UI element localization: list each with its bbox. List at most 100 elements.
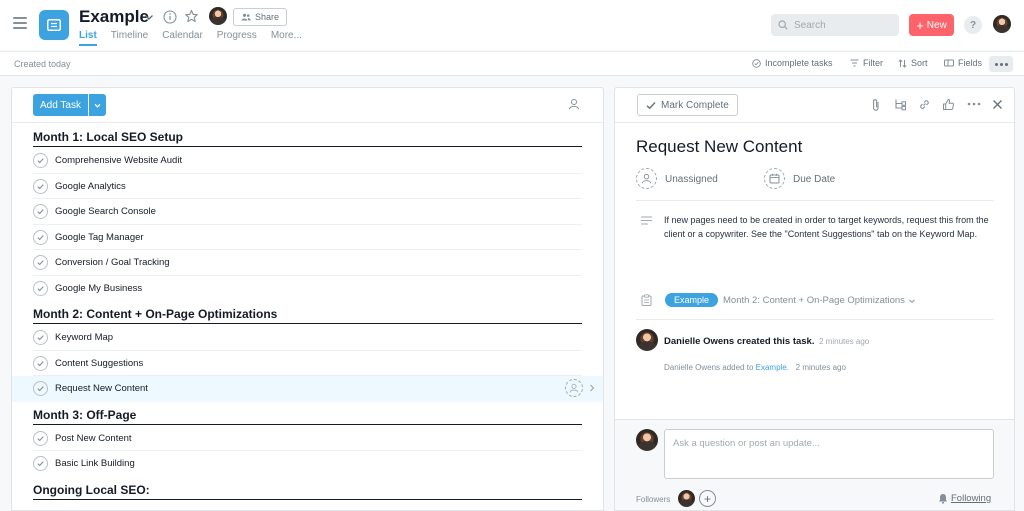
complete-checkbox[interactable] <box>33 280 48 296</box>
help-button[interactable]: ? <box>964 16 982 34</box>
task-row[interactable]: Comprehensive Website Audit <box>33 148 582 174</box>
add-follower-button[interactable]: + <box>699 490 716 507</box>
chevron-down-icon[interactable] <box>143 11 155 23</box>
following-toggle[interactable]: Following <box>938 493 991 504</box>
assignee-label[interactable]: Unassigned <box>665 174 718 185</box>
task-row[interactable]: Google Search Console <box>33 199 582 225</box>
due-date-button[interactable] <box>764 168 785 189</box>
checkmark-icon <box>37 260 44 266</box>
close-icon[interactable] <box>992 99 1003 110</box>
task-row[interactable]: Google Tag Manager <box>33 225 582 250</box>
new-label: New <box>926 19 947 31</box>
project-link[interactable]: Example. <box>756 363 789 372</box>
like-icon[interactable] <box>942 98 955 111</box>
task-row[interactable]: Google Analytics <box>33 174 582 199</box>
incomplete-tasks-label: Incomplete tasks <box>765 58 833 68</box>
person-icon[interactable] <box>568 98 580 110</box>
complete-checkbox[interactable] <box>33 456 48 471</box>
comment-section: Ask a question or post an update... Foll… <box>615 419 1014 510</box>
info-icon[interactable] <box>163 10 177 24</box>
follower-avatar[interactable] <box>678 490 695 507</box>
section-header[interactable]: Ongoing Local SEO: <box>12 477 603 501</box>
complete-checkbox[interactable] <box>33 255 48 270</box>
author-avatar[interactable] <box>636 329 658 351</box>
user-avatar[interactable] <box>993 15 1011 33</box>
project-pill[interactable]: Example <box>665 293 719 307</box>
hamburger-menu-icon[interactable] <box>13 17 27 29</box>
task-detail-panel: Mark Complete Request New Content Unassi… <box>614 87 1015 511</box>
complete-checkbox[interactable] <box>33 229 48 245</box>
complete-checkbox[interactable] <box>33 381 48 396</box>
member-avatar[interactable] <box>209 7 227 25</box>
sort-button[interactable]: Sort <box>898 58 928 68</box>
filter-button[interactable]: Filter <box>850 58 883 68</box>
filter-icon <box>850 59 859 67</box>
filter-label: Filter <box>863 58 883 68</box>
assignee-button[interactable] <box>636 168 657 189</box>
project-tabs: List Timeline Calendar Progress More... <box>79 30 302 46</box>
more-options-icon[interactable] <box>967 102 981 106</box>
task-description[interactable]: If new pages need to be created in order… <box>664 213 994 241</box>
complete-checkbox[interactable] <box>33 355 48 371</box>
checkmark-icon <box>37 285 44 291</box>
person-icon <box>641 173 652 184</box>
complete-checkbox[interactable] <box>33 178 48 194</box>
plus-icon: + <box>916 17 924 33</box>
add-task-button[interactable]: Add Task <box>33 94 88 116</box>
subtask-icon[interactable] <box>894 98 907 111</box>
task-row[interactable]: Keyword Map <box>33 325 582 351</box>
task-row[interactable]: Post New Content <box>33 426 582 451</box>
task-name: Post New Content <box>55 432 132 444</box>
person-icon <box>569 383 579 393</box>
task-row[interactable]: Content Suggestions <box>33 351 582 376</box>
complete-checkbox[interactable] <box>33 430 48 446</box>
section-header[interactable]: Month 1: Local SEO Setup <box>12 124 603 148</box>
section-selector[interactable]: Month 2: Content + On-Page Optimizations <box>723 295 916 306</box>
task-title[interactable]: Request New Content <box>636 137 802 157</box>
tab-progress[interactable]: Progress <box>217 30 257 46</box>
task-row[interactable]: Basic Link Building <box>33 451 582 477</box>
tab-more[interactable]: More... <box>271 30 302 46</box>
incomplete-tasks-toggle[interactable]: Incomplete tasks <box>752 58 833 68</box>
task-row[interactable]: Google My Business <box>33 276 582 302</box>
sort-icon <box>898 58 907 68</box>
search-input[interactable]: Search <box>771 14 899 36</box>
add-task-dropdown[interactable] <box>88 94 106 116</box>
checkmark-icon <box>37 435 44 441</box>
created-status: Created today <box>14 59 71 69</box>
star-icon[interactable] <box>184 9 199 24</box>
chevron-right-icon[interactable] <box>588 383 596 393</box>
tab-calendar[interactable]: Calendar <box>162 30 203 46</box>
section-header[interactable]: Month 2: Content + On-Page Optimizations <box>12 301 603 325</box>
share-button[interactable]: Share <box>233 8 288 26</box>
fields-button[interactable]: Fields <box>944 58 982 68</box>
task-name: Google Analytics <box>55 180 126 192</box>
checkmark-icon <box>646 101 656 109</box>
story-added: Danielle Owens added to Example. 2 minut… <box>664 363 846 372</box>
chevron-down-icon <box>94 103 101 108</box>
assignee-button[interactable] <box>565 379 583 397</box>
mark-complete-button[interactable]: Mark Complete <box>637 94 738 116</box>
section-title: Month 3: Off-Page <box>33 407 137 422</box>
new-button[interactable]: + New <box>909 14 954 36</box>
more-options-button[interactable] <box>989 56 1013 72</box>
complete-checkbox[interactable] <box>33 153 48 168</box>
tab-list[interactable]: List <box>79 30 97 46</box>
checkmark-icon <box>37 335 44 341</box>
tab-timeline[interactable]: Timeline <box>111 30 148 46</box>
fields-icon <box>944 59 954 67</box>
story-timestamp: 2 minutes ago <box>819 337 870 346</box>
task-row[interactable]: Conversion / Goal Tracking <box>33 250 582 276</box>
sub-toolbar: Created today Incomplete tasks Filter So… <box>0 51 1024 76</box>
bell-icon <box>939 494 947 504</box>
due-date-label[interactable]: Due Date <box>793 174 835 185</box>
task-name: Comprehensive Website Audit <box>55 155 183 166</box>
comment-input[interactable]: Ask a question or post an update... <box>664 429 994 479</box>
section-header[interactable]: Month 3: Off-Page <box>12 402 603 426</box>
task-row-selected[interactable]: Request New Content <box>12 376 603 402</box>
complete-checkbox[interactable] <box>33 204 48 219</box>
attachment-icon[interactable] <box>870 98 882 112</box>
link-icon[interactable] <box>918 98 931 111</box>
complete-checkbox[interactable] <box>33 330 48 345</box>
project-title[interactable]: Example <box>79 7 149 27</box>
